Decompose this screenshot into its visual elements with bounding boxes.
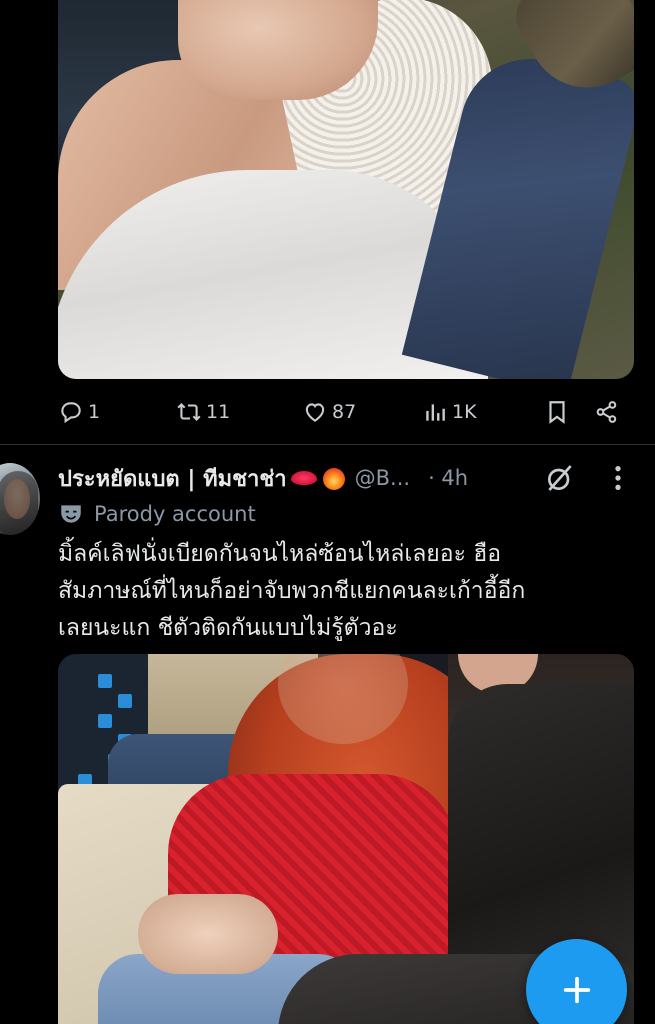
views-button[interactable]: 1K bbox=[422, 395, 477, 429]
share-button[interactable] bbox=[594, 395, 620, 429]
tweet-text-line: มิ้ลค์เลิฟนั่งเบียดกันจนไหล่ซ้อนไหล่เลยอ… bbox=[58, 541, 502, 567]
bookmark-icon bbox=[549, 401, 565, 424]
grok-icon[interactable] bbox=[544, 462, 576, 494]
retweet-button[interactable]: 11 bbox=[176, 395, 230, 429]
tweet-action-bar: 1 11 87 1K bbox=[58, 395, 634, 429]
lips-emoji bbox=[290, 471, 317, 485]
view-count: 1K bbox=[452, 401, 477, 423]
like-button[interactable]: 87 bbox=[302, 395, 356, 429]
reply-icon bbox=[61, 402, 81, 424]
tweet-text-line: เลยนะแก ชีตัวติดกันแบบไม่รู้ตัวอะ bbox=[58, 615, 398, 641]
parody-label: Parody account bbox=[94, 502, 256, 526]
timeline: 1 11 87 1K ประหยัดแบต | ทีมชาช่า @B... ·… bbox=[0, 0, 655, 1024]
tweet-divider bbox=[0, 444, 655, 445]
heart-icon bbox=[305, 403, 325, 422]
share-icon bbox=[596, 401, 617, 423]
bookmark-button[interactable] bbox=[544, 395, 570, 429]
more-icon[interactable] bbox=[610, 462, 626, 494]
tweet-time[interactable]: · 4h bbox=[428, 466, 468, 490]
avatar[interactable] bbox=[0, 463, 40, 535]
tweet-media-image[interactable] bbox=[58, 0, 634, 379]
retweet-icon bbox=[177, 402, 201, 422]
avatar-hair bbox=[0, 471, 38, 535]
photo-hands bbox=[138, 894, 278, 974]
views-icon bbox=[426, 404, 445, 421]
tweet-text-line: สัมภาษณ์ที่ไหนก็อย่าจับพวกชีแยกคนละเก้าอ… bbox=[58, 578, 526, 604]
tweet-text: มิ้ลค์เลิฟนั่งเบียดกันจนไหล่ซ้อนไหล่เลยอ… bbox=[58, 536, 628, 647]
reply-count: 1 bbox=[88, 401, 101, 423]
retweet-count: 11 bbox=[206, 401, 231, 423]
reply-button[interactable]: 1 bbox=[58, 395, 100, 429]
user-handle[interactable]: @B... bbox=[355, 466, 410, 490]
like-count: 87 bbox=[332, 401, 357, 423]
heart-on-fire-emoji bbox=[321, 466, 345, 490]
display-name[interactable]: ประหยัดแบต | ทีมชาช่า bbox=[58, 461, 287, 496]
tweet-header: ประหยัดแบต | ทีมชาช่า @B... · 4h bbox=[58, 460, 648, 496]
mask-icon bbox=[61, 505, 81, 523]
parody-badge: Parody account bbox=[58, 498, 256, 530]
plus-icon bbox=[563, 976, 590, 1003]
